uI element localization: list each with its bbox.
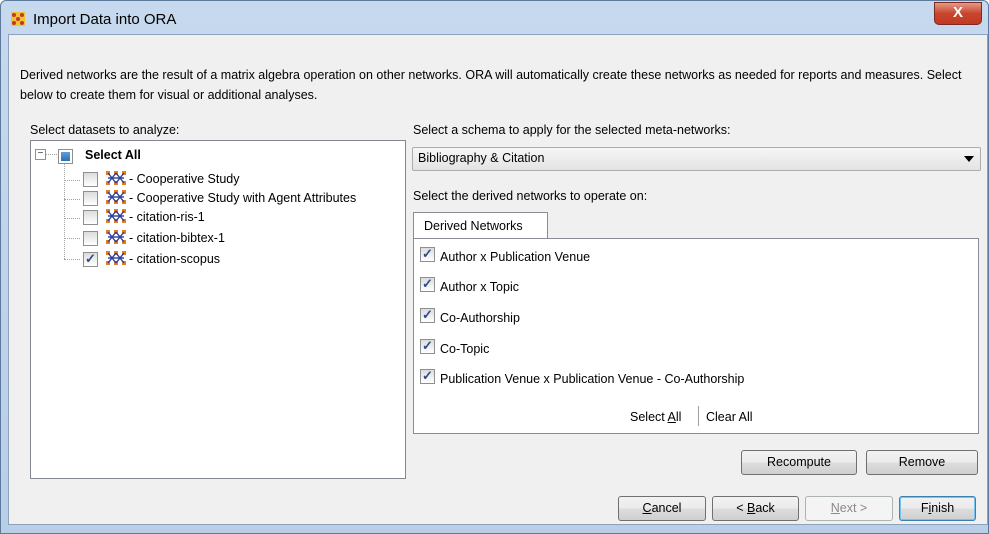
item-label: Author x Topic <box>440 279 519 294</box>
tab-label: Derived Networks <box>424 219 523 233</box>
select-all-prefix: Select <box>630 410 668 424</box>
network-icon <box>106 209 126 223</box>
schema-label: Select a schema to apply for the selecte… <box>413 123 731 137</box>
checkbox[interactable] <box>420 307 435 324</box>
close-button[interactable]: X <box>934 2 982 25</box>
item-label: Cooperative Study <box>136 172 240 186</box>
dash: - <box>129 231 134 245</box>
item-dash: - Cooperative Study <box>129 172 240 190</box>
tree-connector <box>64 180 80 181</box>
derived-item-co-topic[interactable]: Co-Topic <box>420 338 490 359</box>
dash: - <box>129 191 134 205</box>
dash: - <box>129 172 134 186</box>
checkbox[interactable] <box>420 368 435 385</box>
recompute-button[interactable]: Recompute <box>741 450 857 475</box>
back-button[interactable]: < Back <box>712 496 799 521</box>
item-label: Cooperative Study with Agent Attributes <box>136 191 357 205</box>
schema-select-value: Bibliography & Citation <box>418 151 545 165</box>
item-dash: - citation-bibtex-1 <box>129 231 225 249</box>
next-mnemonic: N <box>830 501 840 515</box>
window-title: Import Data into ORA <box>33 11 177 28</box>
link-separator <box>698 406 699 426</box>
select-all-checkbox[interactable] <box>58 149 73 164</box>
network-icon <box>106 190 126 204</box>
tree-connector <box>64 259 80 260</box>
derived-label: Select the derived networks to operate o… <box>413 189 648 203</box>
derived-item-author-publication-venue[interactable]: Author x Publication Venue <box>420 246 591 267</box>
checkbox[interactable] <box>83 191 98 206</box>
item-dash: - Cooperative Study with Agent Attribute… <box>129 191 356 209</box>
ora-app-icon <box>11 12 25 26</box>
network-icon <box>106 230 126 244</box>
item-label: Author x Publication Venue <box>440 249 591 264</box>
chevron-down-icon <box>964 156 974 162</box>
collapse-toggle[interactable]: − <box>35 149 46 160</box>
checkbox[interactable] <box>83 251 98 267</box>
tree-connector <box>64 238 80 239</box>
clear-all-link[interactable]: Clear All <box>706 410 753 424</box>
item-label: citation-ris-1 <box>136 210 205 224</box>
checkbox[interactable] <box>83 172 98 187</box>
back-prefix: < <box>736 501 747 515</box>
derived-item-author-topic[interactable]: Author x Topic <box>420 276 519 297</box>
schema-select[interactable]: Bibliography & Citation <box>412 147 981 171</box>
derived-networks-panel <box>413 238 979 434</box>
datasets-label: Select datasets to analyze: <box>30 123 180 137</box>
checkbox[interactable] <box>83 231 98 246</box>
item-label: citation-scopus <box>136 252 221 266</box>
item-dash: - citation-scopus <box>129 252 220 270</box>
tree-connector <box>64 218 80 219</box>
network-icon <box>106 251 126 265</box>
dash: - <box>129 252 134 266</box>
title-bar[interactable]: Import Data into ORA X <box>1 1 988 35</box>
item-label: Co-Authorship <box>440 310 520 325</box>
back-rest: ack <box>755 501 775 515</box>
item-dash: - citation-ris-1 <box>129 210 205 228</box>
checkbox[interactable] <box>83 210 98 225</box>
finish-button[interactable]: Finish <box>899 496 976 521</box>
description-text: Derived networks are the result of a mat… <box>20 68 962 102</box>
network-icon <box>106 171 126 185</box>
item-label: Co-Topic <box>440 341 490 356</box>
cancel-button[interactable]: Cancel <box>618 496 706 521</box>
tree-connector <box>64 163 65 259</box>
tree-connector <box>45 154 57 155</box>
next-button[interactable]: Next > <box>805 496 893 521</box>
checkbox[interactable] <box>420 246 435 263</box>
select-all-mnemonic: A <box>667 410 676 424</box>
tab-derived-networks[interactable]: Derived Networks <box>413 212 548 239</box>
tree-connector <box>64 199 80 200</box>
select-all-label[interactable]: Select All <box>85 148 141 166</box>
select-all-suffix: ll <box>675 410 682 424</box>
item-label: citation-bibtex-1 <box>136 231 225 245</box>
checkbox[interactable] <box>420 276 435 293</box>
cancel-rest: ancel <box>651 501 682 515</box>
checkbox[interactable] <box>420 338 435 355</box>
derived-item-publication-venue-co-authorship[interactable]: Publication Venue x Publication Venue - … <box>420 368 745 389</box>
dash: - <box>129 210 134 224</box>
cancel-mnemonic: C <box>642 501 652 515</box>
remove-button[interactable]: Remove <box>866 450 978 475</box>
item-label: Publication Venue x Publication Venue - … <box>440 371 745 386</box>
finish-rest: nish <box>931 501 955 515</box>
select-all-link[interactable]: Select All <box>630 410 681 424</box>
next-rest: ext > <box>839 501 868 515</box>
derived-item-co-authorship[interactable]: Co-Authorship <box>420 307 520 328</box>
